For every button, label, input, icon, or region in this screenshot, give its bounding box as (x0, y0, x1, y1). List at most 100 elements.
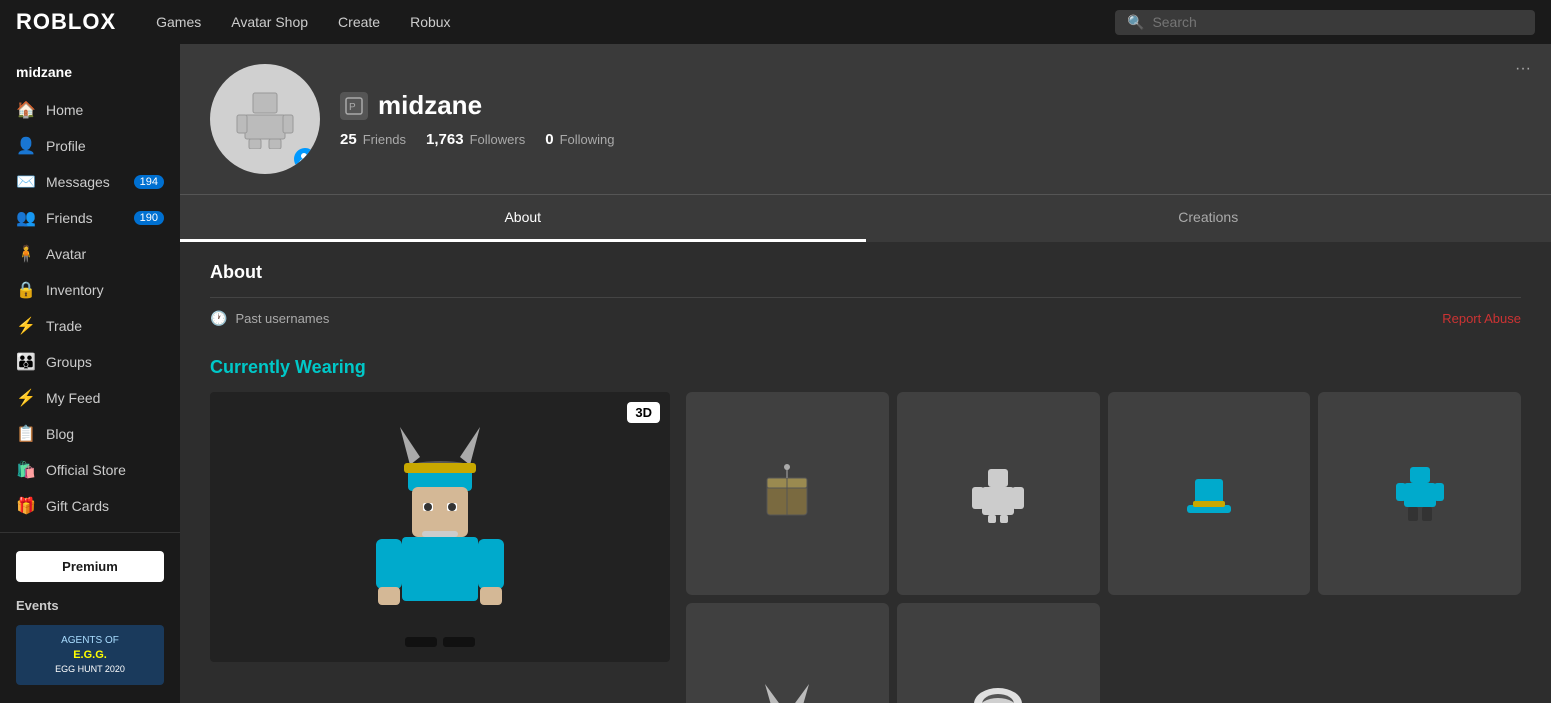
followers-stat: 1,763 Followers (426, 131, 525, 148)
sidebar-item-label: Groups (46, 354, 92, 370)
messages-icon: ✉️ (16, 172, 36, 192)
main-content: P midzane 25 Friends 1,763 Followers (180, 44, 1551, 703)
events-label: Events (0, 592, 180, 619)
logo: ROBLOX (16, 9, 116, 35)
topnav: ROBLOX Games Avatar Shop Create Robux 🔍 (0, 0, 1551, 44)
official-store-icon: 🛍️ (16, 460, 36, 480)
about-section: About 🕐 Past usernames Report Abuse (180, 242, 1551, 347)
avatar-add-friend-badge[interactable] (294, 148, 316, 170)
list-item[interactable] (897, 603, 1100, 703)
profile-username: midzane (378, 90, 482, 121)
past-usernames-text[interactable]: Past usernames (235, 311, 329, 326)
svg-text:P: P (349, 102, 356, 113)
sidebar-item-label: Trade (46, 318, 82, 334)
sidebar-item-profile[interactable]: 👤 Profile (0, 128, 180, 164)
following-stat: 0 Following (545, 131, 614, 148)
profile-stats: 25 Friends 1,763 Followers 0 Following (340, 131, 1521, 148)
friends-stat: 25 Friends (340, 131, 406, 148)
groups-icon: 👪 (16, 352, 36, 372)
sidebar-item-messages[interactable]: ✉️ Messages 194 (0, 164, 180, 200)
sidebar-item-label: Gift Cards (46, 498, 109, 514)
item-visual (917, 623, 1079, 703)
nav-avatar-shop[interactable]: Avatar Shop (231, 14, 308, 30)
sidebar-divider (0, 532, 180, 533)
sidebar-item-blog[interactable]: 📋 Blog (0, 416, 180, 452)
item-visual (1339, 412, 1501, 574)
sidebar-item-label: Home (46, 102, 83, 118)
sidebar-item-label: Avatar (46, 246, 86, 262)
wearing-content: 3D (210, 392, 1521, 703)
nav-games[interactable]: Games (156, 14, 201, 30)
list-item[interactable] (686, 603, 889, 703)
about-divider (210, 297, 1521, 298)
search-input[interactable] (1152, 14, 1523, 30)
sidebar-item-gift-cards[interactable]: 🎁 Gift Cards (0, 488, 180, 524)
item-visual (917, 412, 1079, 574)
events-banner-sub: EGG HUNT 2020 (55, 663, 125, 676)
avatar (210, 64, 320, 174)
item-visual (1128, 412, 1290, 574)
profile-name-row: P midzane (340, 90, 1521, 121)
item-visual (706, 412, 868, 574)
friends-badge: 190 (134, 211, 164, 225)
list-item[interactable] (897, 392, 1100, 595)
gift-cards-icon: 🎁 (16, 496, 36, 516)
messages-badge: 194 (134, 175, 164, 189)
sidebar-item-label: My Feed (46, 390, 100, 406)
currently-wearing-title: Currently Wearing (210, 357, 1521, 378)
sidebar-item-groups[interactable]: 👪 Groups (0, 344, 180, 380)
nav-robux[interactable]: Robux (410, 14, 450, 30)
about-title: About (210, 262, 1521, 283)
inventory-icon: 🔒 (16, 280, 36, 300)
events-banner[interactable]: AGENTS OF E.G.G. EGG HUNT 2020 (16, 625, 164, 685)
sidebar-item-avatar[interactable]: 🧍 Avatar (0, 236, 180, 272)
avatar-3d-view: 3D (210, 392, 670, 662)
items-grid (686, 392, 1521, 703)
sidebar-item-official-store[interactable]: 🛍️ Official Store (0, 452, 180, 488)
friends-count: 25 (340, 131, 357, 148)
trade-icon: ⚡ (16, 316, 36, 336)
friends-icon: 👥 (16, 208, 36, 228)
followers-count: 1,763 (426, 131, 464, 148)
nav-create[interactable]: Create (338, 14, 380, 30)
profile-header: P midzane 25 Friends 1,763 Followers (180, 44, 1551, 194)
profile-info: P midzane 25 Friends 1,763 Followers (340, 90, 1521, 148)
following-label: Following (560, 132, 615, 147)
clock-icon: 🕐 (210, 310, 227, 327)
myfeed-icon: ⚡ (16, 388, 36, 408)
blog-icon: 📋 (16, 424, 36, 444)
sidebar-item-label: Friends (46, 210, 93, 226)
search-bar: 🔍 (1115, 10, 1535, 35)
sidebar-username: midzane (0, 56, 180, 92)
sidebar-item-friends[interactable]: 👥 Friends 190 (0, 200, 180, 236)
friends-label: Friends (363, 132, 406, 147)
report-abuse-link[interactable]: Report Abuse (1442, 311, 1521, 326)
3d-badge[interactable]: 3D (627, 402, 660, 423)
sidebar-item-home[interactable]: 🏠 Home (0, 92, 180, 128)
tab-about[interactable]: About (180, 195, 866, 242)
list-item[interactable] (1108, 392, 1311, 595)
sidebar-item-label: Profile (46, 138, 86, 154)
list-item[interactable] (686, 392, 889, 595)
avatar-icon: 🧍 (16, 244, 36, 264)
search-icon: 🔍 (1127, 14, 1144, 31)
profile-tabs: About Creations (180, 194, 1551, 242)
premium-button[interactable]: Premium (16, 551, 164, 582)
list-item[interactable] (1318, 392, 1521, 595)
more-options-button[interactable]: ··· (1515, 60, 1531, 78)
sidebar-item-label: Inventory (46, 282, 104, 298)
tab-creations[interactable]: Creations (866, 195, 1551, 242)
sidebar-item-myfeed[interactable]: ⚡ My Feed (0, 380, 180, 416)
sidebar-item-trade[interactable]: ⚡ Trade (0, 308, 180, 344)
verified-icon: P (340, 92, 368, 120)
followers-label: Followers (470, 132, 526, 147)
sidebar-item-label: Blog (46, 426, 74, 442)
sidebar-item-inventory[interactable]: 🔒 Inventory (0, 272, 180, 308)
item-visual (706, 623, 868, 703)
sidebar: midzane 🏠 Home 👤 Profile ✉️ Messages 194… (0, 44, 180, 703)
currently-wearing-section: Currently Wearing 3D (180, 347, 1551, 703)
past-usernames-row: 🕐 Past usernames Report Abuse (210, 310, 1521, 327)
events-banner-title: AGENTS OF (55, 634, 125, 648)
nav-links: Games Avatar Shop Create Robux (156, 14, 1085, 30)
profile-icon: 👤 (16, 136, 36, 156)
